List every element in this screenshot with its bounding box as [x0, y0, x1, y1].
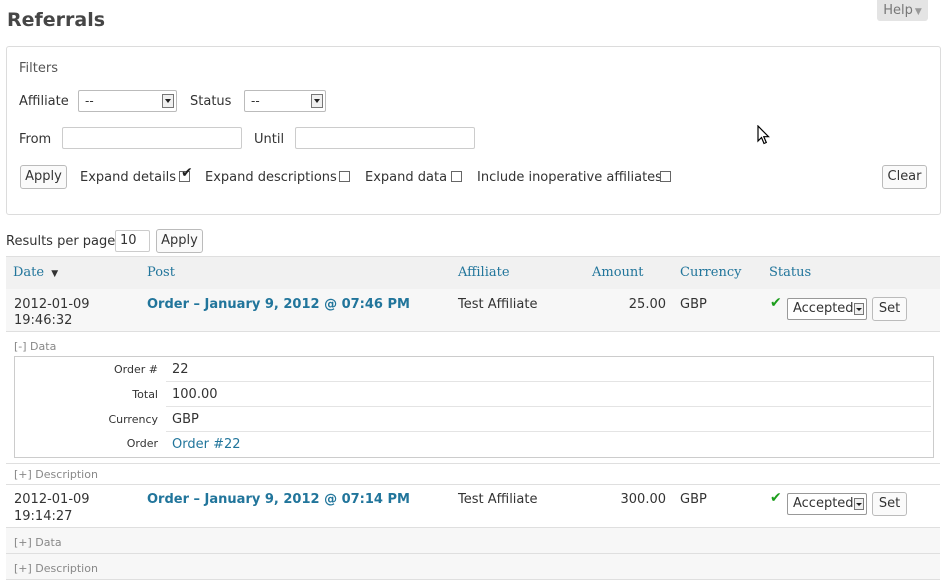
expand-data-label: Expand data	[365, 170, 448, 185]
row-divider	[6, 331, 940, 332]
data-value: GBP	[172, 412, 199, 427]
expand-details-label: Expand details	[80, 170, 177, 185]
data-toggle-link[interactable]: [-] Data	[14, 340, 56, 353]
from-date-input[interactable]	[62, 127, 242, 149]
row-time: 19:14:27	[14, 509, 73, 524]
mouse-cursor-icon	[757, 125, 770, 145]
until-date-input[interactable]	[295, 127, 475, 149]
include-inoperative-checkbox[interactable]	[660, 171, 671, 182]
page-title: Referrals	[7, 9, 106, 31]
accepted-check-icon: ✔	[770, 490, 782, 506]
clear-button[interactable]: Clear	[882, 165, 927, 189]
data-value: 100.00	[172, 387, 218, 402]
until-label: Until	[254, 132, 285, 147]
affiliate-label: Affiliate	[19, 94, 69, 109]
sort-desc-icon: ▼	[51, 269, 59, 279]
description-toggle-link[interactable]: [+] Description	[14, 468, 98, 481]
dropdown-arrow-icon	[854, 498, 864, 510]
data-label: Currency	[108, 413, 158, 426]
expand-details-checkbox[interactable]: ✔	[179, 166, 193, 182]
row-divider	[6, 484, 940, 485]
row-status-value: Accepted	[793, 496, 854, 511]
row-time: 19:46:32	[14, 313, 73, 328]
row-status-select[interactable]: Accepted	[787, 493, 867, 515]
row-affiliate: Test Affiliate	[458, 492, 538, 507]
column-date-label: Date	[13, 265, 45, 280]
data-divider	[166, 381, 931, 382]
column-amount[interactable]: Amount	[592, 265, 644, 280]
status-label: Status	[190, 94, 232, 109]
row-divider	[6, 463, 940, 464]
row-status-select[interactable]: Accepted	[787, 298, 867, 320]
chevron-down-icon: ▼	[914, 7, 922, 17]
dropdown-arrow-icon	[854, 303, 864, 315]
data-divider	[166, 431, 931, 432]
description-toggle-link[interactable]: [+] Description	[14, 562, 98, 575]
expand-descriptions-label: Expand descriptions	[205, 170, 337, 185]
results-per-page-input[interactable]: 10	[115, 230, 150, 252]
checkmark-icon: ✔	[181, 165, 193, 181]
row-divider	[6, 579, 940, 580]
status-select-value: --	[251, 94, 260, 108]
column-affiliate[interactable]: Affiliate	[458, 265, 510, 280]
help-label: Help	[883, 3, 913, 18]
column-date[interactable]: Date ▼	[13, 265, 58, 280]
row-amount: 25.00	[628, 297, 666, 312]
row-currency: GBP	[680, 492, 707, 507]
row-currency: GBP	[680, 297, 707, 312]
data-label: Order	[126, 437, 158, 450]
row-amount: 300.00	[620, 492, 667, 507]
column-currency[interactable]: Currency	[680, 265, 741, 280]
expand-data-checkbox[interactable]	[451, 171, 462, 182]
description-toggle-row	[6, 554, 940, 579]
row-date: 2012-01-09	[14, 297, 90, 312]
filters-apply-button[interactable]: Apply	[20, 165, 67, 189]
affiliate-select[interactable]: --	[78, 90, 177, 112]
status-select[interactable]: --	[244, 90, 326, 112]
dropdown-arrow-icon	[162, 94, 174, 108]
row-set-button[interactable]: Set	[872, 297, 907, 321]
row-affiliate: Test Affiliate	[458, 297, 538, 312]
data-divider	[166, 406, 931, 407]
data-toggle-link[interactable]: [+] Data	[14, 536, 62, 549]
data-label: Order #	[114, 363, 158, 376]
order-link[interactable]: Order #22	[172, 437, 241, 452]
column-post[interactable]: Post	[147, 265, 175, 280]
row-status-value: Accepted	[793, 301, 854, 316]
accepted-check-icon: ✔	[770, 295, 782, 311]
row-post-link[interactable]: Order – January 9, 2012 @ 07:14 PM	[147, 492, 410, 507]
column-status[interactable]: Status	[769, 265, 811, 280]
data-value: 22	[172, 362, 189, 377]
row-date: 2012-01-09	[14, 492, 90, 507]
data-label: Total	[132, 388, 158, 401]
row-post-link[interactable]: Order – January 9, 2012 @ 07:46 PM	[147, 297, 410, 312]
filters-heading: Filters	[19, 61, 58, 76]
results-per-page-label: Results per page	[6, 234, 116, 249]
affiliate-select-value: --	[85, 94, 94, 108]
include-inoperative-label: Include inoperative affiliates	[477, 170, 662, 185]
row-set-button[interactable]: Set	[872, 492, 907, 516]
data-toggle-row	[6, 528, 940, 553]
help-button[interactable]: Help ▼	[877, 0, 928, 21]
expand-descriptions-checkbox[interactable]	[339, 171, 350, 182]
from-label: From	[19, 132, 52, 147]
dropdown-arrow-icon	[311, 94, 323, 108]
results-apply-button[interactable]: Apply	[156, 229, 203, 253]
